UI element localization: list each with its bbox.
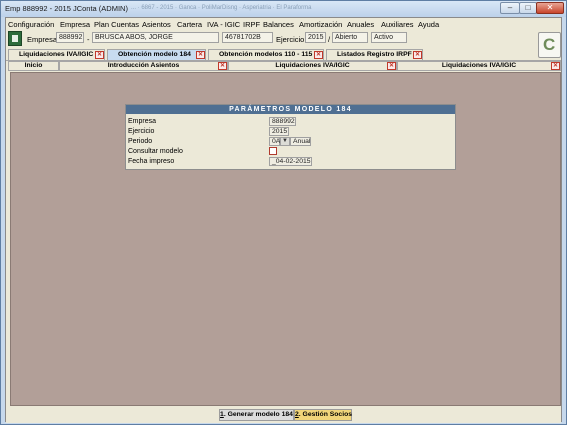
menu-empresa[interactable]: Empresa	[60, 20, 90, 29]
tab-label: Obtención modelo 184	[118, 51, 191, 58]
menu-asientos[interactable]: Asientos	[142, 20, 171, 29]
menu-ayuda[interactable]: Ayuda	[418, 20, 439, 29]
consultar-param-label: Consultar modelo	[128, 148, 183, 155]
minimize-button[interactable]: –	[500, 2, 520, 14]
tab-liquidaciones-iva-2[interactable]: Liquidaciones IVA/IGIC ✕	[228, 61, 397, 71]
ejercicio-param-field[interactable]: 2015	[269, 127, 289, 136]
empresa-row: Empresa 888992	[128, 117, 454, 127]
tab-label: Introducción Asientos	[107, 62, 180, 69]
menu-configuracion[interactable]: Configuración	[8, 20, 54, 29]
tab-label: Liquidaciones IVA/IGIC	[275, 62, 350, 69]
panel-title: PARÁMETROS MODELO 184	[126, 105, 455, 114]
action-buttons: 1. Generar modelo 184 2. Gestión Socios	[6, 409, 561, 421]
empresa-label: Empresa	[27, 35, 58, 44]
nif-field: 46781702B	[222, 32, 273, 43]
module-tabs: Liquidaciones IVA/IGIC ✕ Obtención model…	[6, 49, 561, 60]
menu-amortizacion[interactable]: Amortización	[299, 20, 342, 29]
ejercicio-param-label: Ejercicio	[128, 128, 155, 135]
menu-iva-igic[interactable]: IVA - IGIC	[207, 20, 240, 29]
consultar-checkbox[interactable]	[269, 147, 277, 155]
periodo-row: Periodo 0A ▼ Anual	[128, 137, 454, 147]
workspace-area: PARÁMETROS MODELO 184 Empresa 888992 Eje…	[10, 72, 561, 406]
periodo-code-field[interactable]: 0A	[269, 137, 280, 146]
tab-listados-irpf[interactable]: Listados Registro IRPF ✕	[326, 49, 423, 60]
company-header: Empresa 888992 - BRUSCA ABOS, JORGE 4678…	[6, 31, 561, 58]
parametros-panel: PARÁMETROS MODELO 184 Empresa 888992 Eje…	[125, 104, 456, 170]
generar-modelo-button[interactable]: 1. Generar modelo 184	[219, 409, 294, 421]
close-tab-icon[interactable]: ✕	[314, 51, 323, 59]
tab-inicio[interactable]: Inicio	[8, 61, 59, 71]
empresa-param-field[interactable]: 888992	[269, 117, 296, 126]
app-window: Emp 888992 - 2015 JConta (ADMIN) ... · 6…	[0, 0, 567, 425]
menu-irpf[interactable]: IRPF	[243, 20, 260, 29]
window-tabs: Inicio Introducción Asientos ✕ Liquidaci…	[6, 60, 561, 71]
tab-label: Liquidaciones IVA/IGIC	[19, 51, 94, 58]
chevron-down-icon[interactable]: ▼	[280, 137, 290, 146]
close-tab-icon[interactable]: ✕	[218, 62, 227, 70]
generar-label: . Generar modelo 184	[223, 411, 293, 418]
empresa-param-label: Empresa	[128, 118, 157, 125]
periodo-param-label: Periodo	[128, 138, 153, 145]
close-tab-icon[interactable]: ✕	[95, 51, 104, 59]
close-window-button[interactable]: ✕	[536, 2, 564, 14]
ejercicio-separator: /	[328, 35, 331, 44]
activo-field: Activo	[371, 32, 407, 43]
ejercicio-label: Ejercicio	[276, 35, 305, 44]
tab-liquidaciones-iva-3[interactable]: Liquidaciones IVA/IGIC ✕	[397, 61, 561, 71]
tab-label: Listados Registro IRPF	[337, 51, 412, 58]
menu-balances[interactable]: Balances	[263, 20, 294, 29]
tab-obtencion-110-115[interactable]: Obtención modelos 110 - 115 ✕	[208, 49, 324, 60]
close-tab-icon[interactable]: ✕	[551, 62, 560, 70]
empresa-name-field: BRUSCA ABOS, JORGE	[92, 32, 219, 43]
tab-obtencion-184[interactable]: Obtención modelo 184 ✕	[107, 49, 206, 60]
close-tab-icon[interactable]: ✕	[413, 51, 422, 59]
consultar-row: Consultar modelo	[128, 147, 454, 157]
tab-liquidaciones-iva[interactable]: Liquidaciones IVA/IGIC ✕	[8, 49, 105, 60]
exit-icon[interactable]	[8, 31, 22, 46]
maximize-button[interactable]: □	[519, 2, 537, 14]
close-tab-icon[interactable]: ✕	[387, 62, 396, 70]
menu-plan-cuentas[interactable]: Plan Cuentas	[94, 20, 139, 29]
empresa-separator: -	[87, 35, 90, 44]
status-bar	[6, 421, 561, 423]
menu-cartera[interactable]: Cartera	[177, 20, 202, 29]
window-title: Emp 888992 - 2015 JConta (ADMIN)	[5, 4, 128, 13]
tab-introduccion-asientos[interactable]: Introducción Asientos ✕	[59, 61, 228, 71]
empresa-code-field[interactable]: 888992	[56, 32, 84, 43]
tab-label: Obtención modelos 110 - 115	[219, 51, 313, 58]
client-area: Configuración Empresa Plan Cuentas Asien…	[5, 17, 562, 423]
fecha-param-field[interactable]: _04-02-2015	[269, 157, 312, 166]
menu-anuales[interactable]: Anuales	[347, 20, 374, 29]
estado-field: Abierto	[332, 32, 368, 43]
tab-label: Liquidaciones IVA/IGIC	[441, 62, 517, 69]
close-tab-icon[interactable]: ✕	[196, 51, 205, 59]
gestion-label: . Gestión Socios	[298, 411, 353, 418]
fecha-param-label: Fecha impreso	[128, 158, 175, 165]
blurred-title-extra: ... · 6867 - 2015 · Ganca · PoliMarDisng…	[131, 5, 312, 11]
gestion-socios-button[interactable]: 2. Gestión Socios	[294, 409, 352, 421]
tab-label: Inicio	[24, 62, 43, 69]
menu-bar: Configuración Empresa Plan Cuentas Asien…	[6, 18, 561, 31]
ejercicio-row: Ejercicio 2015	[128, 127, 454, 137]
fecha-row: Fecha impreso _04-02-2015	[128, 157, 454, 167]
periodo-text-field: Anual	[290, 137, 311, 146]
title-bar: Emp 888992 - 2015 JConta (ADMIN) ... · 6…	[1, 1, 566, 17]
ejercicio-field[interactable]: 2015	[305, 32, 326, 43]
menu-auxiliares[interactable]: Auxiliares	[381, 20, 414, 29]
